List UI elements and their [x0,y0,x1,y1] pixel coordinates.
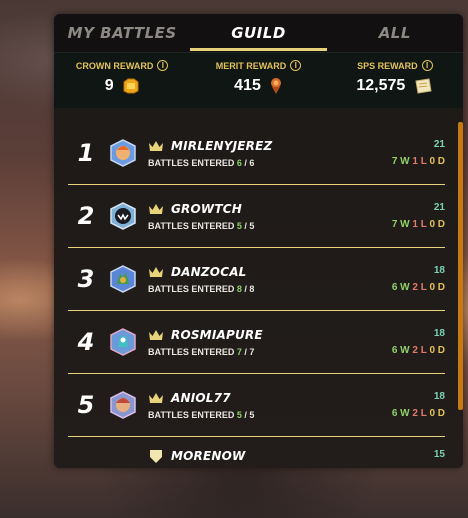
rank-number: 2 [77,202,95,230]
win-loss-draw: 6 W 2 L 0 D [391,345,445,356]
player-list: 1 MIRLENYJEREZ BATTLES ENTERED 6 / 6 21 [54,108,463,468]
merit-reward-value: 415 [234,77,261,94]
rank-number: 4 [77,328,95,356]
info-icon[interactable]: i [157,60,169,71]
score-value: 21 [433,139,445,150]
tab-guild[interactable]: GUILD [190,14,327,52]
rank-number: 3 [77,265,95,293]
player-name[interactable]: DANZOCAL [171,265,247,279]
player-row[interactable]: 5 ANIOL77 BATTLES ENTERED 5 / 5 18 6 W 2… [68,374,445,437]
crown-reward-value: 9 [104,77,114,94]
scrollbar[interactable] [458,122,463,410]
win-loss-draw: 7 W 1 L 0 D [391,219,445,230]
merit-reward-label: MERIT REWARD [215,60,287,71]
player-row[interactable]: 4 ROSMIAPURE BATTLES ENTERED 7 / 7 18 6 … [68,311,445,374]
crown-icon [149,140,163,151]
crown-icon [149,392,163,403]
battles-entered: BATTLES ENTERED 8 / 8 [148,283,255,294]
merit-badge-icon [270,78,281,94]
score-value: 18 [433,328,445,339]
player-name[interactable]: ANIOL77 [171,391,231,405]
player-avatar-icon [110,202,136,230]
player-name[interactable]: ROSMIAPURE [171,328,263,342]
tab-my-battles[interactable]: MY BATTLES [54,14,190,52]
battles-entered: BATTLES ENTERED 6 / 6 [148,157,255,168]
battle-leaderboard-panel: MY BATTLES GUILD ALL CROWN REWARD i 9 ME… [54,14,463,468]
sps-reward: SPS REWARD i 12,575 [327,53,463,108]
merit-reward: MERIT REWARD i 415 [190,53,326,108]
crown-icon [149,203,163,214]
player-avatar-icon [110,265,136,293]
crown-reward-label: CROWN REWARD [75,60,154,71]
player-avatar-icon [110,139,136,167]
player-row[interactable]: 1 MIRLENYJEREZ BATTLES ENTERED 6 / 6 21 [68,122,445,185]
score-value: 15 [433,449,445,460]
info-icon[interactable]: i [421,60,433,71]
crown-gem-icon [123,78,139,94]
score-value: 18 [433,391,445,402]
win-loss-draw: 6 W 2 L 0 D [391,408,445,419]
sps-reward-label: SPS REWARD [357,60,418,71]
crown-icon [149,266,163,277]
sps-scroll-icon [415,78,432,94]
crown-icon [149,329,163,340]
player-name[interactable]: MIRLENYJEREZ [171,139,272,153]
rank-number: 1 [77,139,95,167]
battles-entered: BATTLES ENTERED 5 / 5 [148,409,255,420]
player-avatar-icon [110,391,136,419]
player-row[interactable]: 6 MORENOW 15 [68,437,445,468]
sps-reward-value: 12,575 [356,77,406,94]
rank-number: 5 [77,391,95,419]
tab-all[interactable]: ALL [327,14,463,52]
win-loss-draw: 6 W 2 L 0 D [391,282,445,293]
crown-reward: CROWN REWARD i 9 [54,53,190,108]
tab-bar: MY BATTLES GUILD ALL [54,14,463,52]
info-icon[interactable]: i [290,60,302,71]
score-value: 18 [433,265,445,276]
player-avatar-icon [110,328,136,356]
player-avatar-icon [108,468,138,469]
player-row[interactable]: 2 GROWTCH BATTLES ENTERED 5 / 5 21 7 W 1… [68,185,445,248]
player-name[interactable]: MORENOW [171,449,245,463]
shield-icon [150,450,162,463]
rewards-bar: CROWN REWARD i 9 MERIT REWARD i 415 [54,52,463,108]
score-value: 21 [433,202,445,213]
win-loss-draw: 7 W 1 L 0 D [391,156,445,167]
battles-entered: BATTLES ENTERED 7 / 7 [148,346,255,357]
player-row[interactable]: 3 DANZOCAL BATTLES ENTERED 8 / 8 18 6 W … [68,248,445,311]
player-name[interactable]: GROWTCH [171,202,242,216]
battles-entered: BATTLES ENTERED 5 / 5 [148,220,255,231]
